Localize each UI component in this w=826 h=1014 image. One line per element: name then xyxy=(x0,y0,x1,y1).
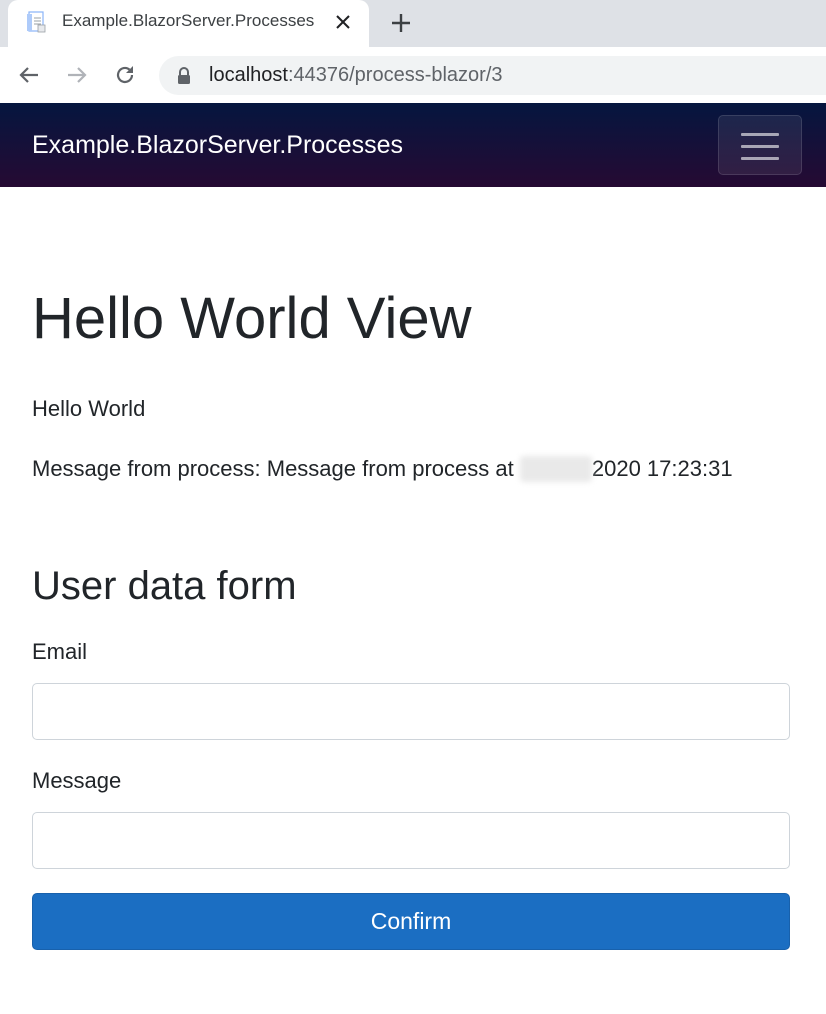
forward-arrow-icon[interactable] xyxy=(65,63,89,87)
url-host: localhost xyxy=(209,64,288,86)
process-message-prefix: Message from process: Message from proce… xyxy=(32,456,520,481)
app-navbar: Example.BlazorServer.Processes xyxy=(0,103,826,187)
browser-tab[interactable]: Example.BlazorServer.Processes xyxy=(8,0,369,47)
navbar-toggler-button[interactable] xyxy=(718,115,802,175)
redacted-date xyxy=(519,456,592,482)
message-field[interactable] xyxy=(32,812,790,869)
close-icon[interactable] xyxy=(334,13,352,31)
navbar-brand[interactable]: Example.BlazorServer.Processes xyxy=(32,131,403,160)
address-bar[interactable]: localhost:44376/process-blazor/3 xyxy=(159,56,826,95)
process-message-suffix: 2020 17:23:31 xyxy=(591,456,733,481)
page-title: Hello World View xyxy=(32,286,472,351)
new-tab-icon[interactable] xyxy=(389,11,413,35)
url-text: localhost:44376/process-blazor/3 xyxy=(209,64,503,87)
greeting-text: Hello World xyxy=(32,396,146,421)
browser-tab-strip: Example.BlazorServer.Processes xyxy=(0,0,826,47)
message-label: Message xyxy=(32,768,122,793)
confirm-button[interactable]: Confirm xyxy=(32,893,790,950)
reload-icon[interactable] xyxy=(113,63,137,87)
email-label: Email xyxy=(32,639,88,664)
lock-icon xyxy=(176,67,192,85)
back-arrow-icon[interactable] xyxy=(17,63,41,87)
form-title: User data form xyxy=(32,564,297,608)
document-icon xyxy=(26,10,48,34)
browser-toolbar: localhost:44376/process-blazor/3 xyxy=(0,47,826,103)
url-path: :44376/process-blazor/3 xyxy=(287,64,503,86)
tab-title: Example.BlazorServer.Processes xyxy=(62,11,315,30)
email-field[interactable] xyxy=(32,683,790,740)
process-message-text: Message from process: Message from proce… xyxy=(32,455,733,484)
